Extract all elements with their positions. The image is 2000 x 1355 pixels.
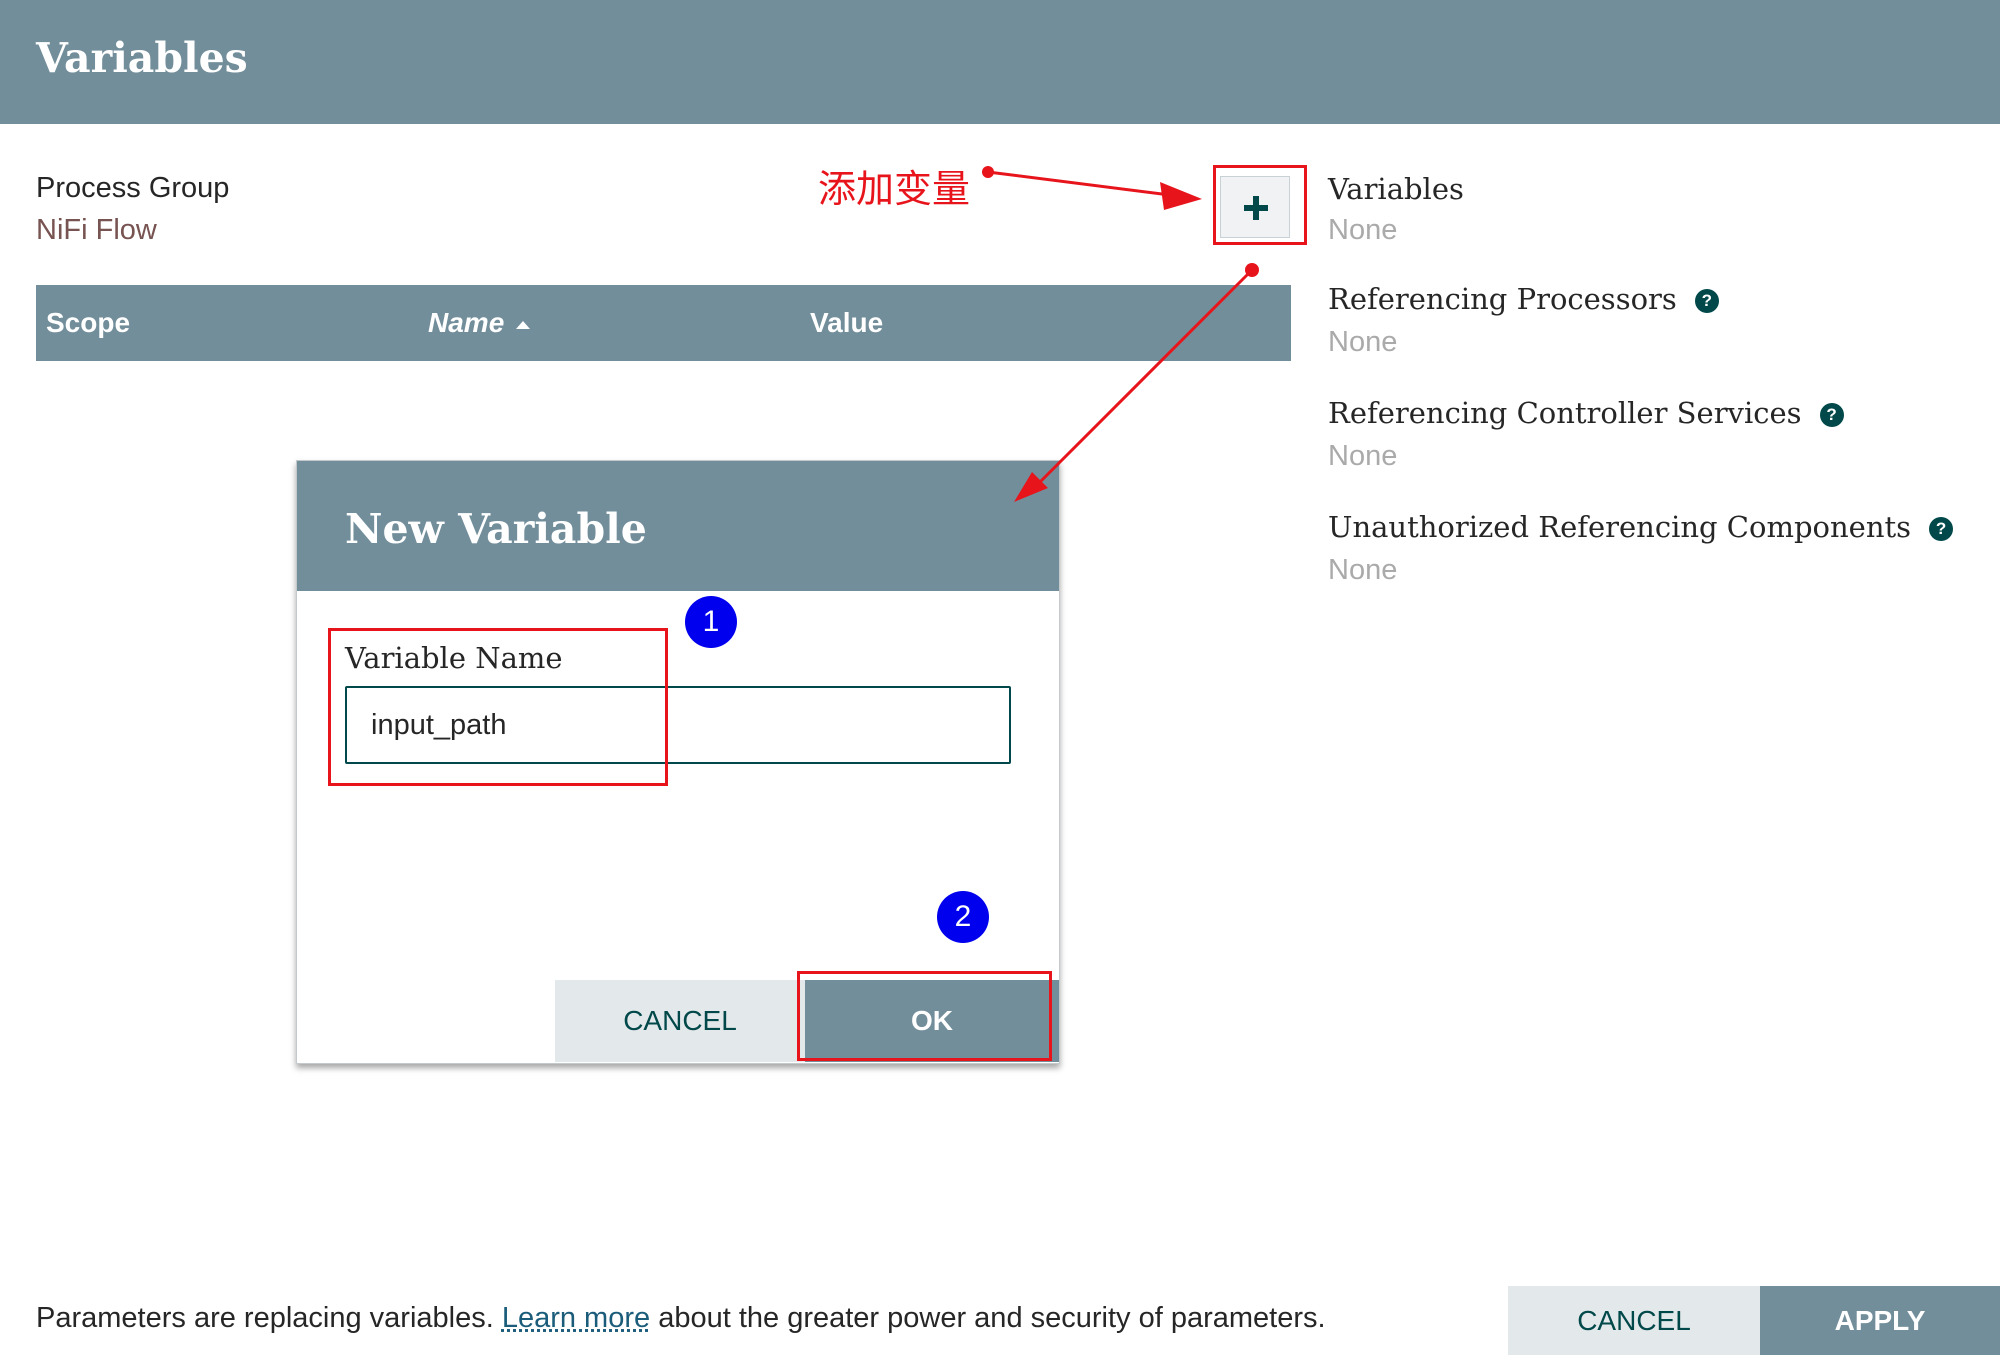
column-header-scope[interactable]: Scope	[46, 307, 130, 339]
step-1-badge: 1	[685, 596, 737, 648]
cancel-button[interactable]: CANCEL	[1508, 1286, 1760, 1355]
process-group-value: NiFi Flow	[36, 214, 157, 246]
ok-button-highlight-box	[797, 971, 1052, 1061]
variables-value: None	[1328, 214, 1398, 246]
dialog-header: New Variable	[297, 461, 1059, 591]
unauthorized-referencing-components-value: None	[1328, 554, 1398, 586]
variable-name-highlight-box	[328, 628, 668, 786]
learn-more-link[interactable]: Learn more	[502, 1302, 650, 1334]
referencing-controller-services-value: None	[1328, 440, 1398, 472]
referencing-controller-services-label: Referencing Controller Services?	[1328, 396, 1844, 430]
process-group-label: Process Group	[36, 172, 230, 204]
dialog-title: New Variable	[345, 505, 647, 553]
referencing-processors-label: Referencing Processors?	[1328, 282, 1719, 316]
variables-header: Variables	[0, 0, 2000, 124]
column-header-name[interactable]: Name	[428, 307, 531, 339]
parameters-notice: Parameters are replacing variables. Lear…	[36, 1302, 1326, 1334]
arrow-to-add-button	[982, 166, 1202, 210]
add-variable-annotation: 添加变量	[818, 167, 971, 211]
apply-button[interactable]: APPLY	[1760, 1286, 2000, 1355]
dialog-cancel-button[interactable]: CANCEL	[555, 980, 805, 1062]
step-2-badge: 2	[937, 891, 989, 943]
column-header-value[interactable]: Value	[810, 307, 883, 339]
question-circle-icon[interactable]: ?	[1929, 517, 1954, 541]
question-circle-icon[interactable]: ?	[1694, 289, 1719, 313]
variables-table-header: Scope Name Value	[36, 285, 1291, 361]
add-button-highlight-box	[1213, 165, 1307, 245]
page-title: Variables	[36, 34, 248, 82]
variables-label: Variables	[1328, 172, 1464, 206]
referencing-processors-value: None	[1328, 326, 1398, 358]
sort-ascending-icon	[516, 320, 531, 329]
question-circle-icon[interactable]: ?	[1819, 403, 1844, 427]
unauthorized-referencing-components-label: Unauthorized Referencing Components?	[1328, 510, 1954, 544]
